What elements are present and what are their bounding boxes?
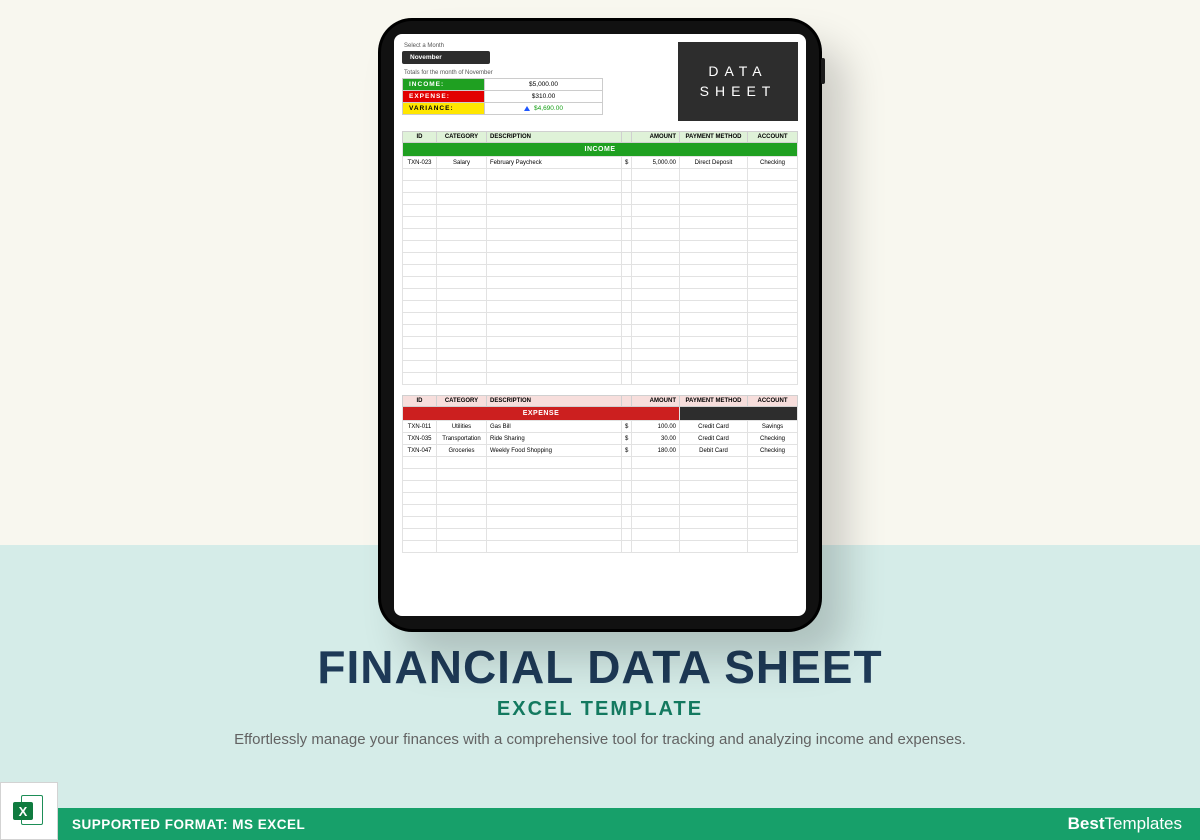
- badge-line2: SHEET: [700, 82, 777, 102]
- expense-title-dark: [680, 407, 798, 421]
- col-account: ACCOUNT: [748, 396, 798, 407]
- tablet-frame: Select a Month November Totals for the m…: [378, 18, 822, 632]
- table-row-empty[interactable]: [403, 481, 798, 493]
- table-row-empty[interactable]: [403, 265, 798, 277]
- data-sheet-badge: DATA SHEET: [678, 42, 798, 121]
- table-row-empty[interactable]: [403, 313, 798, 325]
- income-table: INCOME ID CATEGORY DESCRIPTION AMOUNT PA…: [402, 131, 798, 385]
- col-amount: AMOUNT: [632, 132, 680, 143]
- brand-logo: BestTemplates: [1068, 814, 1182, 834]
- col-currency: [622, 396, 632, 407]
- col-id: ID: [403, 396, 437, 407]
- table-row-empty[interactable]: [403, 337, 798, 349]
- col-description: DESCRIPTION: [487, 132, 622, 143]
- format-value: MS EXCEL: [232, 817, 305, 832]
- col-category: CATEGORY: [437, 132, 487, 143]
- brand-light: Templates: [1105, 814, 1182, 833]
- totals-table: INCOME: $5,000.00 EXPENSE: $310.00 VARIA…: [402, 78, 603, 115]
- col-amount: AMOUNT: [632, 396, 680, 407]
- table-row-empty[interactable]: [403, 457, 798, 469]
- spreadsheet: Select a Month November Totals for the m…: [402, 42, 798, 553]
- select-month-label: Select a Month: [402, 42, 678, 51]
- badge-line1: DATA: [708, 62, 767, 82]
- col-account: ACCOUNT: [748, 132, 798, 143]
- table-row-empty[interactable]: [403, 253, 798, 265]
- table-row[interactable]: TXN-023SalaryFebruary Paycheck$5,000.00D…: [403, 157, 798, 169]
- arrow-up-icon: [524, 106, 530, 111]
- tablet-power-button: [821, 58, 825, 84]
- supported-format: SUPPORTED FORMAT: MS EXCEL: [72, 817, 305, 832]
- format-label: SUPPORTED FORMAT:: [72, 817, 232, 832]
- table-row-empty[interactable]: [403, 181, 798, 193]
- excel-icon-box: X: [0, 782, 58, 840]
- col-currency: [622, 132, 632, 143]
- totals-income-label: INCOME:: [403, 79, 485, 91]
- variance-amount: $4,690.00: [534, 105, 563, 112]
- totals-variance-label: VARIANCE:: [403, 103, 485, 115]
- col-category: CATEGORY: [437, 396, 487, 407]
- table-row-empty[interactable]: [403, 169, 798, 181]
- excel-x: X: [13, 802, 33, 820]
- table-row-empty[interactable]: [403, 229, 798, 241]
- table-row-empty[interactable]: [403, 301, 798, 313]
- table-row-empty[interactable]: [403, 277, 798, 289]
- footer-bar: X SUPPORTED FORMAT: MS EXCEL BestTemplat…: [0, 808, 1200, 840]
- col-description: DESCRIPTION: [487, 396, 622, 407]
- expense-title: EXPENSE: [403, 407, 680, 421]
- page-subtitle: EXCEL TEMPLATE: [0, 698, 1200, 721]
- table-row-empty[interactable]: [403, 205, 798, 217]
- table-row-empty[interactable]: [403, 529, 798, 541]
- table-row-empty[interactable]: [403, 193, 798, 205]
- col-payment: PAYMENT METHOD: [680, 132, 748, 143]
- col-id: ID: [403, 132, 437, 143]
- table-row-empty[interactable]: [403, 493, 798, 505]
- table-row-empty[interactable]: [403, 349, 798, 361]
- income-title: INCOME: [403, 143, 798, 157]
- table-row-empty[interactable]: [403, 517, 798, 529]
- totals-variance-value: $4,690.00: [485, 103, 603, 115]
- table-row-empty[interactable]: [403, 325, 798, 337]
- page-title: FINANCIAL DATA SHEET: [0, 640, 1200, 694]
- table-row-empty[interactable]: [403, 373, 798, 385]
- table-row[interactable]: TXN-035TransportationRide Sharing$30.00C…: [403, 433, 798, 445]
- table-row-empty[interactable]: [403, 241, 798, 253]
- totals-expense-label: EXPENSE:: [403, 91, 485, 103]
- table-row-empty[interactable]: [403, 469, 798, 481]
- totals-expense-value: $310.00: [485, 91, 603, 103]
- table-row-empty[interactable]: [403, 505, 798, 517]
- col-payment: PAYMENT METHOD: [680, 396, 748, 407]
- excel-icon: X: [11, 793, 47, 829]
- hero-block: FINANCIAL DATA SHEET EXCEL TEMPLATE Effo…: [0, 640, 1200, 748]
- totals-caption: Totals for the month of November: [402, 70, 678, 76]
- page-tagline: Effortlessly manage your finances with a…: [0, 731, 1200, 748]
- table-row-empty[interactable]: [403, 541, 798, 553]
- table-row-empty[interactable]: [403, 217, 798, 229]
- table-row[interactable]: TXN-011UtilitiesGas Bill$100.00Credit Ca…: [403, 421, 798, 433]
- totals-income-value: $5,000.00: [485, 79, 603, 91]
- table-row-empty[interactable]: [403, 361, 798, 373]
- month-selector[interactable]: November: [402, 51, 490, 64]
- expense-table: EXPENSE ID CATEGORY DESCRIPTION AMOUNT P…: [402, 395, 798, 553]
- table-row-empty[interactable]: [403, 289, 798, 301]
- table-row[interactable]: TXN-047GroceriesWeekly Food Shopping$180…: [403, 445, 798, 457]
- brand-bold: Best: [1068, 814, 1105, 833]
- tablet-screen: Select a Month November Totals for the m…: [394, 34, 806, 616]
